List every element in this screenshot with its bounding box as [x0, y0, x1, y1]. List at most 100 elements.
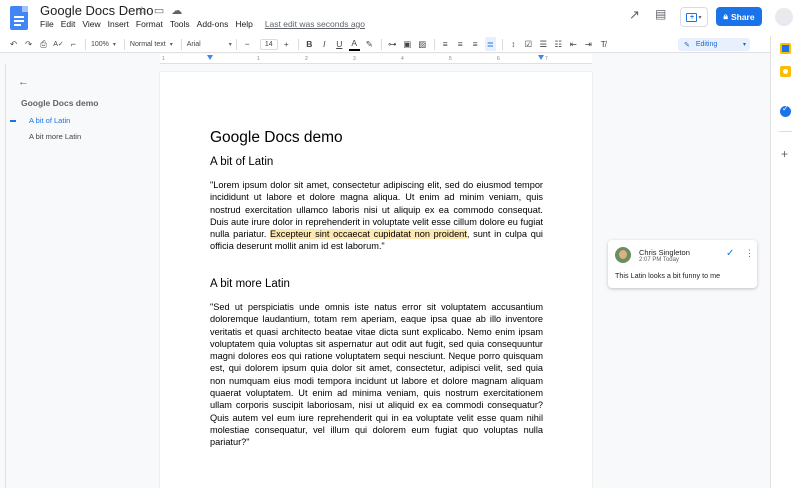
align-left-icon[interactable]: ≡ — [440, 37, 451, 51]
menu-view[interactable]: View — [82, 19, 100, 29]
ruler-tick: 1 — [162, 56, 165, 62]
style-value: Normal text — [129, 40, 166, 48]
comment-icon[interactable]: ▤ — [655, 7, 666, 21]
toolbar-divider — [85, 38, 86, 50]
spellcheck-icon[interactable]: A✓ — [53, 37, 64, 51]
ruler-tick: 1 — [257, 56, 260, 62]
star-icon[interactable]: ☆ — [137, 4, 147, 17]
increase-indent-icon[interactable]: ⇥ — [583, 37, 594, 51]
font-size-input[interactable]: 14 — [259, 38, 278, 50]
docs-logo-icon[interactable] — [10, 6, 28, 30]
chevron-down-icon: ▾ — [169, 41, 173, 48]
back-arrow-icon[interactable]: ← — [18, 76, 29, 88]
underline-icon[interactable]: U — [334, 37, 345, 51]
align-right-icon[interactable]: ≡ — [470, 37, 481, 51]
menu-edit[interactable]: Edit — [61, 19, 76, 29]
lock-icon: 🔒︎ — [723, 11, 728, 21]
toolbar-divider — [123, 38, 125, 50]
outline-active-indicator — [10, 120, 16, 122]
add-addon-icon[interactable]: + — [781, 147, 788, 161]
keep-icon[interactable] — [780, 66, 791, 77]
line-spacing-icon[interactable]: ↕ — [508, 37, 519, 51]
image-icon[interactable]: ▨ — [417, 37, 428, 51]
trending-icon[interactable]: ↗ — [629, 7, 640, 23]
print-icon[interactable]: ⎙ — [38, 37, 49, 51]
menu-addons[interactable]: Add-ons — [197, 19, 229, 29]
title-bar: Google Docs Demo ☆ ▭ ☁ File Edit View In… — [0, 0, 800, 36]
outline-item-a-bit-of-latin[interactable]: A bit of Latin — [29, 116, 70, 125]
text-color-icon[interactable]: A — [348, 37, 360, 51]
decrease-indent-icon[interactable]: ⇤ — [568, 37, 579, 51]
vertical-ruler[interactable] — [0, 64, 6, 488]
document-page[interactable]: Google Docs demo A bit of Latin "Lorem i… — [160, 72, 592, 488]
add-comment-icon[interactable]: ▣ — [402, 37, 413, 51]
calendar-icon[interactable] — [780, 43, 791, 54]
last-edit-link[interactable]: Last edit was seconds ago — [265, 19, 365, 29]
ruler-tick: 6 — [497, 56, 500, 62]
font-select[interactable]: Arial ▾ — [187, 41, 232, 48]
chevron-down-icon: ▾ — [112, 41, 116, 48]
increase-font-icon[interactable]: + — [281, 37, 292, 51]
clear-formatting-icon[interactable]: T̸ — [598, 37, 609, 51]
account-avatar[interactable] — [775, 8, 793, 26]
section-heading: A bit more Latin — [210, 278, 290, 290]
zoom-value: 100% — [91, 40, 109, 48]
menu-help[interactable]: Help — [235, 19, 252, 29]
menu-file[interactable]: File — [40, 19, 54, 29]
bulleted-list-icon[interactable]: ☰ — [538, 37, 549, 51]
toolbar-divider — [297, 38, 299, 50]
paint-format-icon[interactable]: ⌐ — [68, 37, 79, 51]
ruler-tick: 3 — [353, 56, 356, 62]
resolve-check-icon[interactable]: ✓ — [726, 248, 734, 259]
comment-card[interactable]: Chris Singleton 2:07 PM Today ✓ ⋮ This L… — [608, 240, 757, 288]
avatar — [615, 247, 631, 263]
more-vert-icon[interactable]: ⋮ — [745, 248, 754, 259]
pencil-icon: ✎ — [684, 41, 690, 49]
share-label: Share — [730, 11, 755, 22]
outline-title[interactable]: Google Docs demo — [21, 98, 98, 108]
highlighted-text[interactable]: Excepteur sint occaecat cupidatat non pr… — [270, 229, 467, 240]
tasks-icon[interactable] — [780, 104, 791, 117]
cloud-icon[interactable]: ☁ — [171, 4, 182, 17]
menu-tools[interactable]: Tools — [170, 19, 190, 29]
comment-author: Chris Singleton — [639, 248, 690, 257]
menu-insert[interactable]: Insert — [108, 19, 129, 29]
undo-icon[interactable]: ↶ — [8, 37, 19, 51]
align-justify-icon[interactable]: ≣ — [484, 37, 496, 51]
zoom-select[interactable]: 100% ▾ — [91, 41, 116, 48]
menu-format[interactable]: Format — [136, 19, 163, 29]
decrease-font-icon[interactable]: − — [242, 37, 253, 51]
comment-text: This Latin looks a bit funny to me — [615, 271, 721, 280]
horizontal-ruler[interactable]: 1 1 2 3 4 5 6 7 — [160, 54, 592, 64]
ruler-tick: 5 — [449, 56, 452, 62]
redo-icon[interactable]: ↷ — [23, 37, 34, 51]
chevron-down-icon: ▾ — [228, 41, 232, 48]
font-value: Arial — [186, 40, 201, 48]
ruler-tick: 2 — [305, 56, 308, 62]
left-indent-marker[interactable] — [207, 55, 213, 60]
menu-bar: File Edit View Insert Format Tools Add-o… — [40, 19, 365, 29]
paragraph: "Lorem ipsum dolor sit amet, consectetur… — [210, 179, 543, 253]
side-panel-divider — [779, 131, 792, 132]
toolbar: ↶ ↷ ⎙ A✓ ⌐ 100% ▾ Normal text ▾ Arial ▾ − 1… — [0, 36, 770, 53]
editing-mode-select[interactable]: ✎ Editing ▾ — [678, 38, 750, 51]
toolbar-divider — [235, 38, 237, 50]
share-button[interactable]: 🔒︎ Share — [716, 7, 762, 26]
outline-item-a-bit-more-latin[interactable]: A bit more Latin — [29, 132, 81, 141]
align-center-icon[interactable]: ≡ — [455, 37, 466, 51]
highlight-icon[interactable]: ✎ — [364, 37, 375, 51]
style-select[interactable]: Normal text ▾ — [130, 41, 173, 48]
editing-mode-label: Editing — [695, 41, 718, 48]
chevron-down-icon: ▾ — [698, 14, 702, 21]
bold-icon[interactable]: B — [304, 37, 315, 51]
present-button[interactable]: + ▾ — [680, 7, 708, 27]
section-heading: A bit of Latin — [210, 156, 274, 168]
italic-icon[interactable]: I — [319, 37, 330, 51]
checklist-icon[interactable]: ☑ — [523, 37, 534, 51]
paragraph: "Sed ut perspiciatis unde omnis iste nat… — [210, 302, 543, 448]
numbered-list-icon[interactable]: ☷ — [553, 37, 564, 51]
comment-time: 2:07 PM Today — [639, 257, 679, 263]
folder-icon[interactable]: ▭ — [154, 4, 164, 17]
link-icon[interactable]: ⊶ — [387, 37, 398, 51]
right-indent-marker[interactable] — [538, 55, 544, 60]
